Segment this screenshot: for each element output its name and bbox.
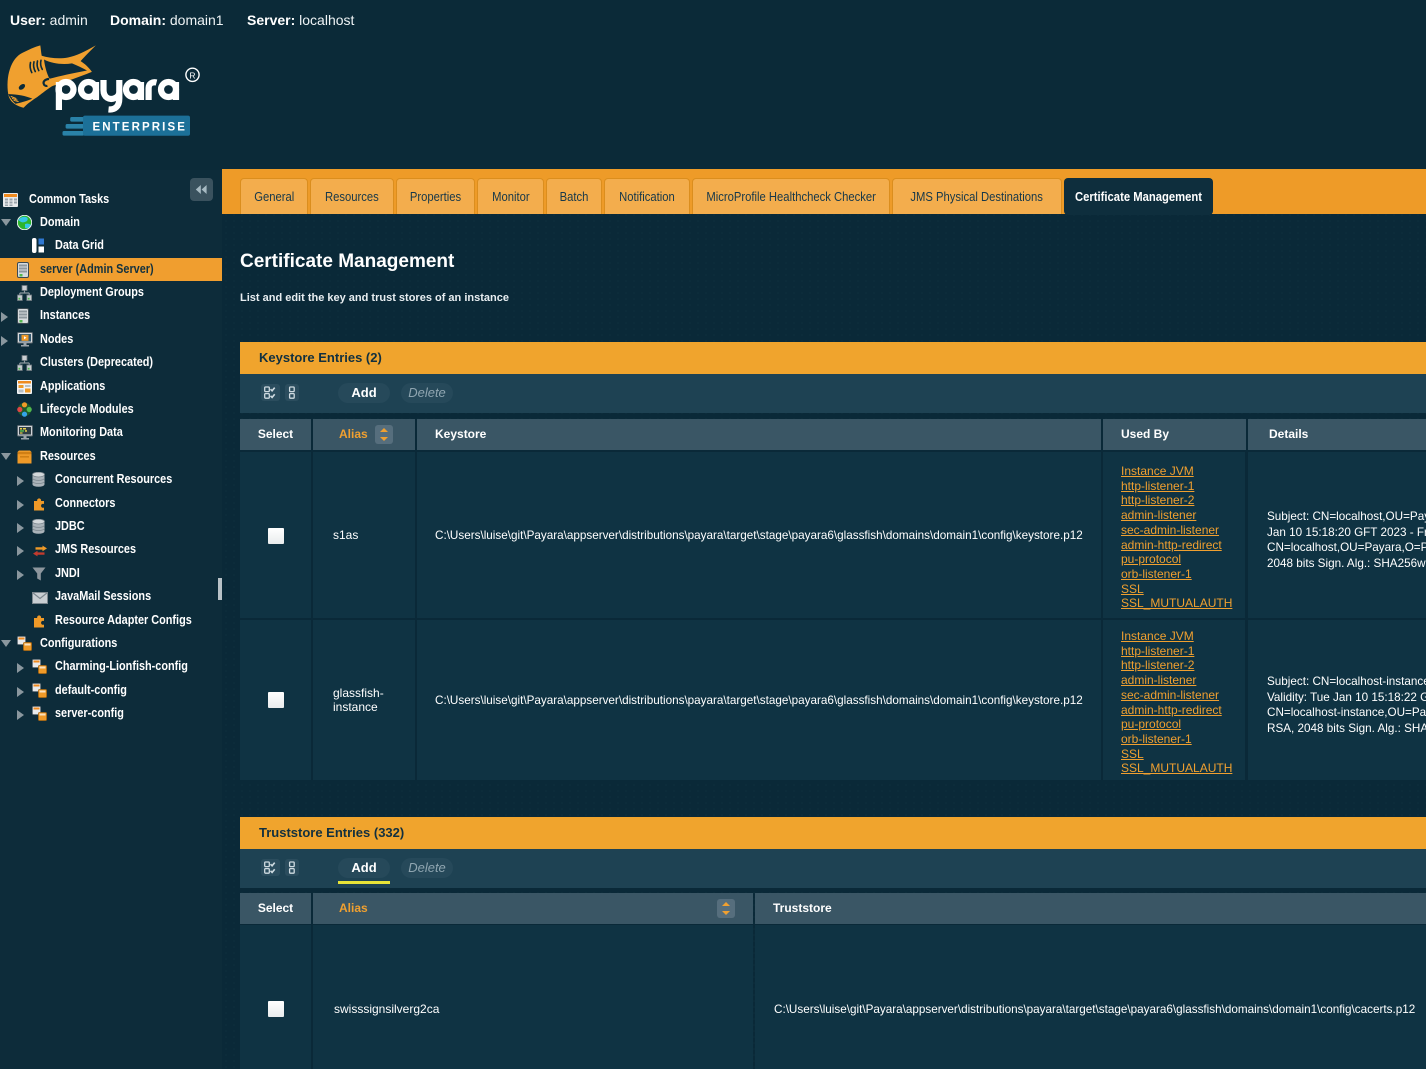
svg-text:ENTERPRISE: ENTERPRISE [93, 122, 188, 134]
svg-text:R: R [189, 70, 195, 80]
